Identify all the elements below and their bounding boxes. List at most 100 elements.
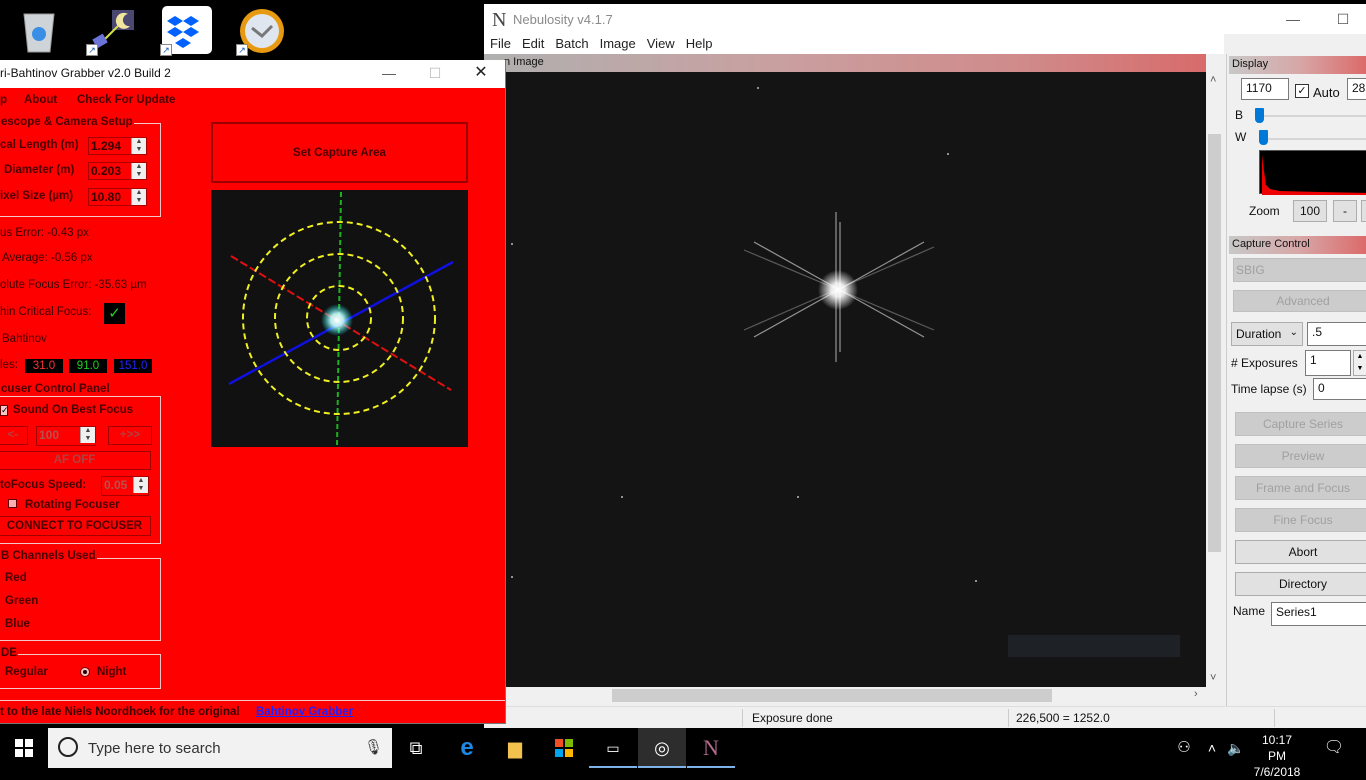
menu-batch[interactable]: Batch — [549, 34, 593, 51]
minimize-button[interactable]: — — [1270, 4, 1316, 34]
step-left-button[interactable]: <- — [0, 426, 28, 445]
black-slider[interactable] — [1255, 115, 1366, 117]
preview-button[interactable]: Preview — [1235, 444, 1366, 468]
zoom-label: Zoom — [1249, 204, 1280, 218]
grabber-minimize-button[interactable]: — — [366, 60, 412, 88]
action-center-icon[interactable]: 🗨 — [1310, 728, 1358, 768]
black-point-input[interactable]: 1170 — [1241, 78, 1289, 100]
volume-icon[interactable]: 🔈 — [1224, 728, 1248, 768]
show-hidden-icons-icon[interactable]: ˄ — [1200, 728, 1224, 768]
duration-input[interactable]: .5 — [1307, 322, 1366, 346]
spinner-arrows-icon[interactable]: ▲ ▼ — [133, 477, 148, 493]
critical-focus-label: hin Critical Focus: — [0, 306, 92, 318]
menu-file[interactable]: File — [484, 34, 516, 51]
dropbox-icon[interactable]: ↗ — [160, 6, 212, 56]
timelapse-input[interactable]: 0 — [1313, 378, 1366, 400]
mode-regular-radio[interactable]: Regular — [5, 666, 48, 678]
grabber-close-button[interactable]: ✕ — [458, 60, 504, 88]
clock-app-icon[interactable]: ↗ — [236, 6, 288, 56]
taskbar: Type here to search 🎙 ⧉ e ▆ ▭ ◎ N ⚇ ˄ 🔈 … — [0, 728, 1366, 779]
vertical-scrollbar[interactable]: ˄ ˅ — [1206, 72, 1223, 687]
focal-length-label: cal Length (m) — [0, 139, 79, 151]
clock-date: 7/6/2018 — [1253, 765, 1301, 779]
abort-button[interactable]: Abort — [1235, 540, 1366, 564]
focal-length-input[interactable]: 1.294 ▲ ▼ — [88, 137, 147, 155]
zoom-out-button[interactable]: - — [1333, 200, 1357, 222]
camera-select[interactable]: SBIG — [1233, 258, 1366, 282]
autofocus-speed-input[interactable]: 0.05 ▲ ▼ — [101, 476, 149, 496]
step-size-input[interactable]: 100 ▲ ▼ — [36, 426, 96, 446]
microphone-icon[interactable]: 🎙 — [364, 738, 383, 756]
advanced-button[interactable]: Advanced — [1233, 290, 1366, 312]
menu-help[interactable]: Help — [680, 34, 718, 51]
mode-night-radio-button[interactable] — [80, 667, 90, 677]
af-toggle-button[interactable]: AF OFF — [0, 451, 151, 470]
connect-focuser-button[interactable]: CONNECT TO FOCUSER — [0, 516, 151, 536]
zoom-in-button[interactable] — [1361, 200, 1366, 222]
pixel-size-input[interactable]: 10.80 ▲ ▼ — [88, 188, 147, 206]
exposures-input[interactable]: 1 — [1305, 350, 1351, 376]
spinner-arrows-icon[interactable]: ▲ ▼ — [131, 163, 146, 179]
scroll-up-icon[interactable]: ˄ — [1210, 74, 1216, 86]
channel-blue[interactable]: Blue — [5, 618, 30, 630]
vertical-scroll-thumb[interactable] — [1208, 134, 1221, 552]
astronomy-app-icon[interactable]: ↗ — [86, 6, 138, 56]
nebulosity-taskbar-icon[interactable]: N — [687, 728, 735, 768]
channel-green[interactable]: Green — [5, 595, 38, 607]
menu-view[interactable]: View — [641, 34, 680, 51]
scroll-down-icon[interactable]: ˅ — [1210, 672, 1216, 684]
recycle-bin-icon[interactable] — [14, 6, 64, 54]
capture-series-button[interactable]: Capture Series — [1235, 412, 1366, 436]
directory-button[interactable]: Directory — [1235, 572, 1366, 596]
channel-red[interactable]: Red — [5, 572, 27, 584]
white-slider-thumb[interactable] — [1259, 130, 1268, 145]
spinner-arrows-icon[interactable]: ▲ ▼ — [131, 138, 146, 154]
exposures-spinner[interactable]: ▲ ▼ — [1353, 350, 1366, 376]
store-icon[interactable] — [540, 728, 588, 768]
pixel-readout: 226,500 = 1252.0 — [1016, 711, 1110, 725]
bahtinov-mask-image — [211, 190, 468, 448]
fine-focus-button[interactable]: Fine Focus — [1235, 508, 1366, 532]
menu-bar: File Edit Batch Image View Help — [484, 34, 1224, 54]
set-capture-area-button[interactable]: Set Capture Area — [211, 122, 468, 183]
menu-edit[interactable]: Edit — [516, 34, 549, 51]
bahtinov-grabber-link[interactable]: Bahtinov Grabber — [256, 706, 353, 718]
spinner-arrows-icon[interactable]: ▲ ▼ — [80, 427, 95, 443]
search-placeholder: Type here to search — [88, 740, 221, 757]
zoom-value-button[interactable]: 100 — [1293, 200, 1327, 222]
start-button[interactable] — [0, 728, 48, 768]
white-point-input[interactable]: 28 — [1347, 78, 1366, 100]
image-canvas[interactable] — [504, 72, 1206, 687]
frame-focus-button[interactable]: Frame and Focus — [1235, 476, 1366, 500]
auto-checkbox[interactable]: ✓ — [1295, 84, 1309, 98]
step-right-button[interactable]: +>> — [108, 426, 152, 445]
series-name-input[interactable]: Series1 — [1271, 602, 1366, 626]
horizontal-scrollbar[interactable]: › — [504, 687, 1206, 704]
terminal-icon[interactable]: ▭ — [589, 728, 637, 768]
grabber-maximize-button[interactable]: ☐ — [412, 60, 458, 88]
rotating-focuser-checkbox[interactable] — [8, 499, 17, 508]
taskbar-search-box[interactable]: Type here to search 🎙 — [48, 728, 392, 768]
edge-icon[interactable]: e — [443, 728, 491, 768]
maximize-button[interactable]: ☐ — [1320, 4, 1366, 34]
duration-select[interactable]: Duration ⌄ — [1231, 322, 1303, 346]
bahtinov-grabber-taskbar-icon[interactable]: ◎ — [638, 728, 686, 768]
shortcut-arrow-icon: ↗ — [236, 44, 248, 56]
task-view-icon[interactable]: ⧉ — [392, 728, 440, 768]
menu-about[interactable]: About — [24, 94, 57, 106]
menu-help[interactable]: p — [0, 94, 7, 106]
autofocus-speed-label: toFocus Speed: — [0, 479, 87, 491]
black-slider-thumb[interactable] — [1255, 108, 1264, 123]
white-slider[interactable] — [1261, 138, 1366, 140]
menu-check-update[interactable]: Check For Update — [77, 94, 175, 106]
scroll-right-icon[interactable]: › — [1194, 688, 1198, 700]
spinner-arrows-icon[interactable]: ▲ ▼ — [131, 189, 146, 205]
horizontal-scroll-thumb[interactable] — [612, 689, 1052, 702]
star — [818, 270, 858, 310]
diameter-input[interactable]: 0.203 ▲ ▼ — [88, 162, 147, 180]
clock[interactable]: 10:17 PM 7/6/2018 — [1252, 732, 1302, 780]
menu-image[interactable]: Image — [594, 34, 641, 51]
sound-checkbox[interactable]: ✓ — [0, 405, 9, 416]
file-explorer-icon[interactable]: ▆ — [491, 728, 539, 768]
status-message: Exposure done — [752, 711, 833, 725]
